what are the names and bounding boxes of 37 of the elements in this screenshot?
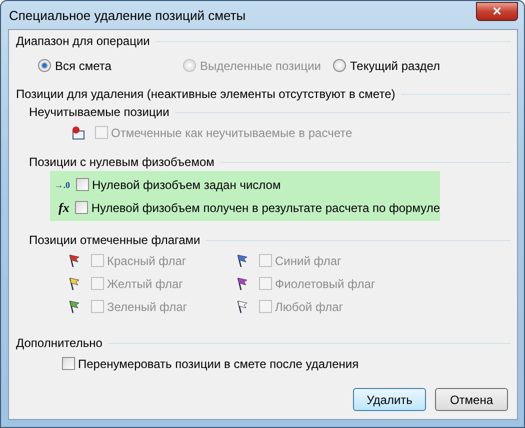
checkbox-label: Фиолетовый флаг	[275, 276, 376, 290]
checkbox-label: Нулевой физобъем получен в результате расчета по формуле	[91, 200, 440, 214]
section-title: Позиции с нулевым физобъемом	[29, 155, 214, 169]
checkbox-label: Отмеченные как неучитываемые в расчете	[111, 126, 352, 140]
flag-icon	[69, 300, 80, 313]
section-title: Неучитываемые позиции	[29, 105, 170, 119]
dialog-button[interactable]: Отмена	[435, 388, 508, 411]
radio-button[interactable]	[38, 59, 51, 72]
flag-icon	[69, 254, 80, 267]
checkbox[interactable]	[75, 201, 88, 214]
section-title: Дополнительно	[16, 336, 102, 350]
checkbox-label: Нулевой физобъем задан числом	[92, 178, 281, 192]
checkbox-label: Зеленый флаг	[107, 300, 188, 314]
checkbox[interactable]	[62, 357, 75, 370]
flag-icon	[237, 277, 248, 290]
flag-icon	[237, 300, 248, 313]
checkbox-label: Красный флаг	[107, 254, 186, 268]
section-title: Позиции для удаления (неактивные элементы отсутствуют в смете)	[16, 87, 396, 101]
formula-icon: fx	[50, 200, 70, 216]
window-title: Специальное удаление позиций сметы	[8, 8, 246, 22]
flag-icon	[237, 254, 248, 267]
document-stop-icon	[72, 126, 84, 139]
checkbox-label: Перенумеровать позиции в смете после удаления	[78, 356, 359, 370]
radio-label: Вся смета	[55, 58, 112, 72]
radio-label: Выделенные позиции	[200, 58, 321, 72]
close-button[interactable]: ×	[476, 2, 518, 20]
checkbox-label: Любой флаг	[275, 300, 344, 314]
zero-value-icon: →.0	[50, 180, 70, 190]
checkbox-label: Желтый флаг	[107, 276, 184, 290]
section-title: Диапазон для операции	[16, 34, 150, 48]
dialog-button[interactable]: Удалить	[353, 388, 426, 411]
radio-button[interactable]	[333, 59, 346, 72]
flag-icon	[69, 277, 80, 290]
checkbox[interactable]	[76, 178, 89, 191]
section-title: Позиции отмеченные флагами	[29, 233, 200, 247]
checkbox-label: Синий флаг	[275, 254, 342, 268]
radio-label: Текущий раздел	[350, 58, 440, 72]
